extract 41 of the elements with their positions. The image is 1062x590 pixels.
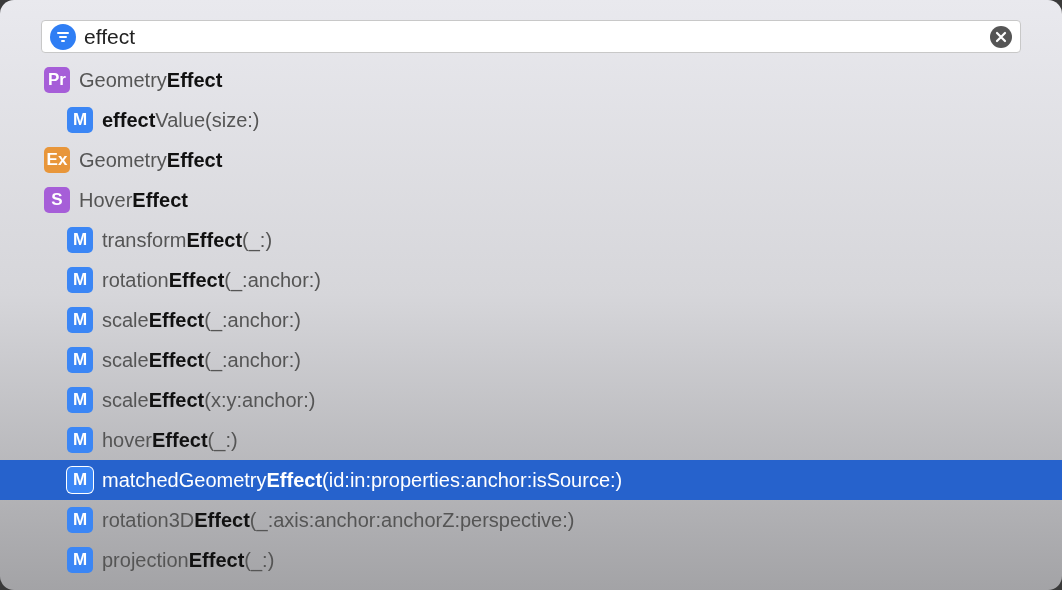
symbol-badge: M xyxy=(67,387,93,413)
result-item[interactable]: M hoverEffect(_:) xyxy=(0,420,1062,460)
symbol-badge: M xyxy=(67,307,93,333)
symbol-badge: M xyxy=(67,267,93,293)
result-item[interactable]: Ex GeometryEffect xyxy=(0,140,1062,180)
result-item[interactable]: M rotationEffect(_:anchor:) xyxy=(0,260,1062,300)
symbol-badge: M xyxy=(67,227,93,253)
symbol-badge: Ex xyxy=(44,147,70,173)
result-item[interactable]: Pr GeometryEffect xyxy=(0,60,1062,100)
result-label: GeometryEffect xyxy=(79,148,223,173)
result-label: effectValue(size:) xyxy=(102,108,260,133)
result-label: hoverEffect(_:) xyxy=(102,428,238,454)
result-label: HoverEffect xyxy=(79,188,188,213)
result-item[interactable]: M projectionEffect(_:) xyxy=(0,540,1062,580)
result-label: scaleEffect(_:anchor:) xyxy=(102,348,301,374)
symbol-badge: M xyxy=(67,427,93,453)
result-label: rotation3DEffect(_:axis:anchor:anchorZ:perspective:) xyxy=(102,508,575,534)
symbol-badge: M xyxy=(67,507,93,533)
result-item[interactable]: S HoverEffect xyxy=(0,180,1062,220)
result-label: GeometryEffect xyxy=(79,68,223,93)
symbol-badge: M xyxy=(67,107,93,133)
symbol-badge: S xyxy=(44,187,70,213)
result-item[interactable]: M transformEffect(_:) xyxy=(0,220,1062,260)
symbol-badge: M xyxy=(67,467,93,493)
result-item[interactable]: M scaleEffect(x:y:anchor:) xyxy=(0,380,1062,420)
result-label: rotationEffect(_:anchor:) xyxy=(102,268,321,294)
result-label: scaleEffect(_:anchor:) xyxy=(102,308,301,334)
filter-icon xyxy=(50,23,76,50)
result-label: matchedGeometryEffect(id:in:properties:anchor:isSource:) xyxy=(102,468,623,493)
result-item[interactable]: M scaleEffect(_:anchor:) xyxy=(0,340,1062,380)
symbol-badge: M xyxy=(67,547,93,573)
result-item[interactable]: M rotation3DEffect(_:axis:anchor:anchorZ:perspective:) xyxy=(0,500,1062,540)
symbol-badge: Pr xyxy=(44,67,70,93)
result-item[interactable]: M matchedGeometryEffect(id:in:properties:anchor:isSource:) xyxy=(0,460,1062,500)
result-item[interactable]: M scaleEffect(_:anchor:) xyxy=(0,300,1062,340)
clear-icon[interactable] xyxy=(990,25,1012,48)
result-label: scaleEffect(x:y:anchor:) xyxy=(102,388,316,413)
result-label: projectionEffect(_:) xyxy=(102,548,275,574)
result-label: transformEffect(_:) xyxy=(102,228,273,254)
result-item[interactable]: M effectValue(size:) xyxy=(0,100,1062,140)
symbol-badge: M xyxy=(67,347,93,373)
